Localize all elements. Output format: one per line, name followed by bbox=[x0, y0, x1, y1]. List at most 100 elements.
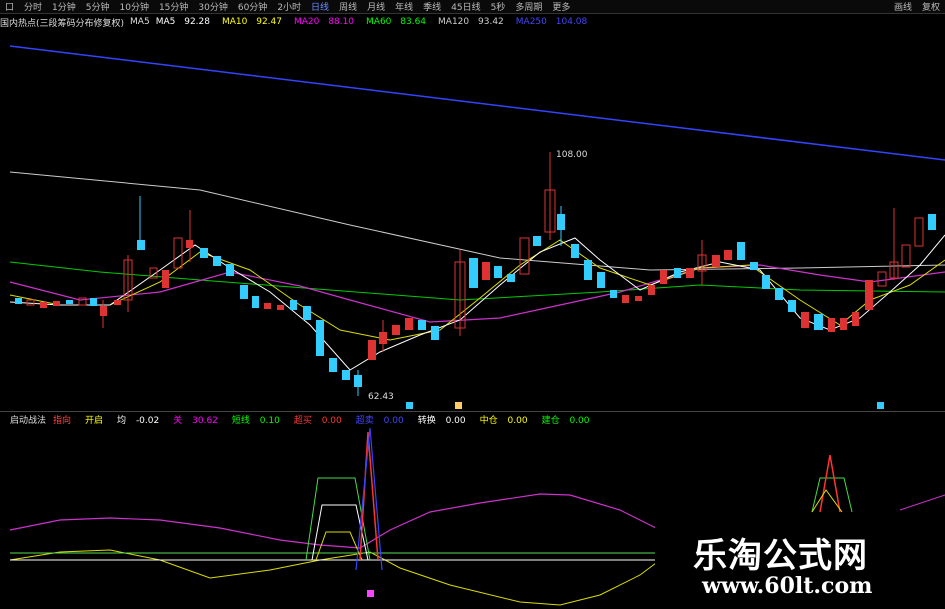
candle bbox=[737, 242, 745, 260]
candle bbox=[801, 312, 809, 328]
candle bbox=[557, 214, 565, 230]
candle bbox=[814, 314, 823, 330]
candle bbox=[635, 296, 642, 301]
ma10-legend: MA10 92.47 bbox=[221, 17, 282, 27]
tab-10min[interactable]: 10分钟 bbox=[115, 0, 154, 13]
tab-more[interactable]: 更多 bbox=[547, 0, 575, 13]
sub-item-8: 中仓 0.00 bbox=[479, 415, 528, 426]
candle bbox=[303, 306, 311, 320]
candle bbox=[788, 300, 796, 312]
candle bbox=[392, 325, 400, 335]
tab-60min[interactable]: 60分钟 bbox=[233, 0, 272, 13]
candle bbox=[66, 300, 73, 304]
sub-signal-marker bbox=[367, 590, 374, 597]
candle bbox=[610, 290, 617, 298]
candle bbox=[648, 285, 655, 295]
candle bbox=[354, 375, 362, 387]
candle bbox=[431, 326, 439, 340]
candle bbox=[519, 237, 530, 275]
candle bbox=[40, 302, 47, 308]
tab-daily[interactable]: 日线 bbox=[306, 0, 334, 13]
ma60-legend: MA60 83.64 bbox=[366, 17, 427, 27]
candle bbox=[226, 264, 234, 276]
sub-item-0: 指向 bbox=[53, 415, 72, 426]
sub-purple-right bbox=[899, 494, 945, 511]
tab-monthly[interactable]: 月线 bbox=[362, 0, 390, 13]
tab-5sec[interactable]: 5秒 bbox=[486, 0, 511, 13]
watermark-url: www.60lt.com bbox=[702, 573, 873, 599]
sub-legend: 启动战法 指向 开启 均 -0.02 关 30.62 短线 0.10 超买 0.… bbox=[0, 412, 604, 426]
ma250-line bbox=[9, 45, 945, 161]
candle bbox=[750, 262, 758, 270]
tab-menu[interactable]: 口 bbox=[0, 0, 19, 13]
candle bbox=[418, 320, 426, 330]
candle bbox=[674, 268, 681, 278]
ma5-legend: MA5 92.28 bbox=[155, 17, 210, 27]
tab-yearly[interactable]: 年线 bbox=[390, 0, 418, 13]
main-legend: 国内热点(三段筹码分布修复权) MA5 MA5 92.28 MA10 92.47… bbox=[0, 15, 945, 29]
tab-quarterly[interactable]: 季线 bbox=[418, 0, 446, 13]
candle bbox=[316, 320, 324, 356]
candle bbox=[571, 244, 579, 258]
candle bbox=[712, 255, 720, 267]
tab-15min[interactable]: 15分钟 bbox=[154, 0, 193, 13]
ma20-legend: MA20 88.10 bbox=[294, 17, 355, 27]
sub-yellow-line bbox=[9, 549, 661, 606]
draw-button[interactable]: 画线 bbox=[889, 0, 917, 13]
candle bbox=[622, 295, 629, 303]
candle bbox=[290, 300, 297, 310]
candle bbox=[114, 300, 121, 305]
period-toolbar: 口 分时 1分钟 5分钟 10分钟 15分钟 30分钟 60分钟 2小时 日线 … bbox=[0, 0, 945, 14]
candle bbox=[482, 262, 490, 280]
indicator-title: 启动战法 bbox=[10, 415, 47, 426]
candle bbox=[15, 298, 22, 304]
candle bbox=[840, 318, 847, 330]
ma-label: MA5 bbox=[130, 17, 150, 27]
sub-red-spike-right bbox=[819, 454, 841, 513]
candle bbox=[597, 272, 605, 288]
candle bbox=[252, 296, 259, 308]
sub-item-6: 超卖 0.00 bbox=[355, 415, 404, 426]
sub-green-box-right bbox=[811, 477, 853, 513]
signal-marker bbox=[455, 402, 462, 409]
tab-1min[interactable]: 1分钟 bbox=[47, 0, 81, 13]
tab-weekly[interactable]: 周线 bbox=[334, 0, 362, 13]
candle bbox=[186, 240, 193, 248]
candle bbox=[686, 268, 694, 278]
sub-item-9: 建仓 0.00 bbox=[541, 415, 590, 426]
candle bbox=[852, 312, 859, 326]
candle bbox=[928, 214, 936, 230]
ma250-legend: MA250 104.08 bbox=[515, 17, 588, 27]
candle bbox=[901, 244, 911, 268]
sub-purple-line bbox=[9, 493, 661, 549]
signal-marker bbox=[406, 402, 413, 409]
sub-item-4: 短线 0.10 bbox=[231, 415, 280, 426]
candle bbox=[865, 280, 873, 310]
tab-multi-period[interactable]: 多周期 bbox=[510, 0, 547, 13]
tab-intraday[interactable]: 分时 bbox=[19, 0, 47, 13]
candle bbox=[53, 301, 60, 306]
signal-marker bbox=[877, 402, 884, 409]
tab-45day[interactable]: 45日线 bbox=[446, 0, 485, 13]
candle bbox=[173, 237, 183, 269]
candle bbox=[342, 370, 350, 380]
candle bbox=[137, 240, 145, 250]
candle bbox=[264, 303, 271, 309]
adjust-button[interactable]: 复权 bbox=[917, 0, 945, 13]
watermark-title: 乐淘公式网 bbox=[693, 536, 868, 576]
candle bbox=[26, 299, 35, 306]
sub-item-3: 关 30.62 bbox=[173, 415, 218, 426]
tab-2hour[interactable]: 2小时 bbox=[272, 0, 306, 13]
tab-30min[interactable]: 30分钟 bbox=[193, 0, 232, 13]
candle bbox=[877, 271, 887, 287]
candle bbox=[762, 275, 770, 289]
candle bbox=[775, 288, 783, 300]
candle bbox=[162, 270, 169, 288]
ma120-line bbox=[9, 171, 945, 271]
candle bbox=[90, 298, 97, 306]
sub-item-1: 开启 bbox=[85, 415, 104, 426]
candle bbox=[660, 270, 667, 284]
sub-item-2: 均 -0.02 bbox=[117, 415, 160, 426]
candle bbox=[533, 236, 541, 246]
tab-5min[interactable]: 5分钟 bbox=[81, 0, 115, 13]
